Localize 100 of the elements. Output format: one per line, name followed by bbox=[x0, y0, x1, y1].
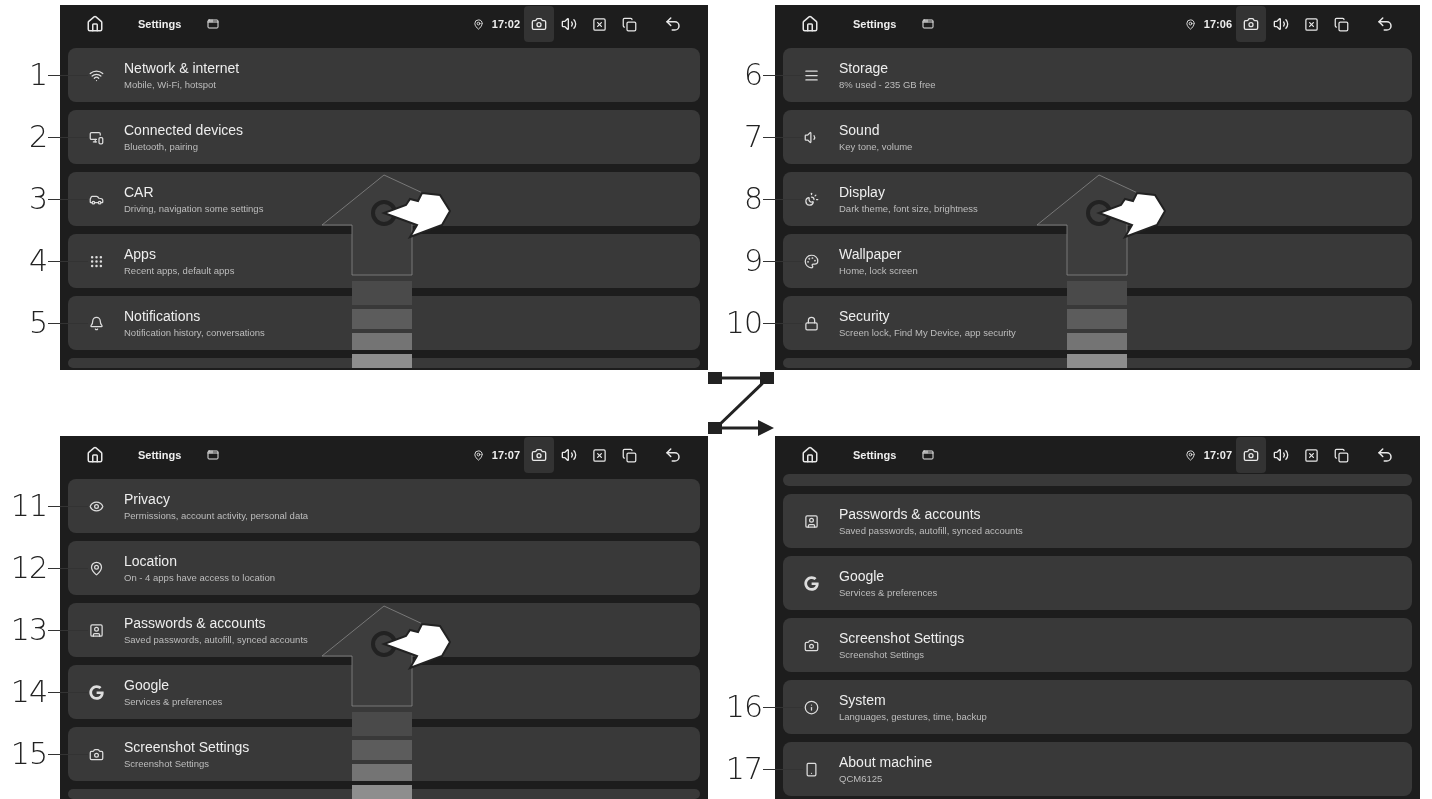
item-subtitle: Services & preferences bbox=[839, 587, 938, 598]
close-icon bbox=[1303, 16, 1319, 32]
item-title: CAR bbox=[124, 184, 155, 200]
close-icon bbox=[591, 16, 607, 32]
item-subtitle: Mobile, Wi-Fi, hotspot bbox=[124, 79, 217, 90]
windows-icon bbox=[621, 447, 637, 463]
devices-icon bbox=[88, 129, 104, 145]
camera-icon bbox=[1243, 447, 1259, 463]
item-title: Security bbox=[839, 308, 891, 324]
windows-icon bbox=[621, 16, 637, 32]
settings-item[interactable]: Wallpaper Home, lock screen bbox=[783, 234, 1412, 288]
home-icon[interactable] bbox=[86, 15, 104, 33]
window-icon[interactable] bbox=[922, 449, 935, 461]
window-icon[interactable] bbox=[207, 449, 220, 461]
grid-icon bbox=[88, 253, 104, 269]
item-title: Sound bbox=[839, 122, 881, 138]
back-icon bbox=[1376, 446, 1394, 464]
screenshot-button[interactable] bbox=[1236, 6, 1266, 42]
home-icon[interactable] bbox=[86, 446, 104, 464]
settings-item[interactable]: Google Services & preferences bbox=[783, 556, 1412, 610]
item-subtitle: Dark theme, font size, brightness bbox=[839, 203, 978, 214]
camera-icon bbox=[531, 447, 547, 463]
lock-icon bbox=[803, 315, 819, 331]
item-subtitle: Home, lock screen bbox=[839, 265, 918, 276]
item-title: System bbox=[839, 692, 887, 708]
item-subtitle: Recent apps, default apps bbox=[124, 265, 235, 276]
windows-icon bbox=[1333, 447, 1349, 463]
item-subtitle: Bluetooth, pairing bbox=[124, 141, 199, 152]
eye-icon bbox=[88, 498, 104, 514]
settings-item[interactable]: Location On - 4 apps have access to location bbox=[68, 541, 700, 595]
bell-icon bbox=[88, 315, 104, 331]
item-title: Google bbox=[124, 677, 171, 693]
settings-item[interactable]: Connected devices Bluetooth, pairing bbox=[68, 110, 700, 164]
settings-item[interactable]: About machine QCM6125 bbox=[783, 742, 1412, 796]
leader-line bbox=[48, 691, 88, 693]
window-icon[interactable] bbox=[922, 18, 935, 30]
item-subtitle: Screenshot Settings bbox=[839, 649, 926, 660]
settings-item[interactable]: Privacy Permissions, account activity, personal data bbox=[68, 479, 700, 533]
screenshot-button[interactable] bbox=[524, 437, 554, 473]
leader-line bbox=[48, 505, 88, 507]
settings-item[interactable] bbox=[68, 358, 700, 368]
item-subtitle: Services & preferences bbox=[124, 696, 223, 707]
user-card-icon bbox=[803, 513, 819, 529]
settings-item[interactable]: Apps Recent apps, default apps bbox=[68, 234, 700, 288]
item-title: Network & internet bbox=[124, 60, 240, 76]
settings-item[interactable]: Notifications Notification history, conversations bbox=[68, 296, 700, 350]
settings-item[interactable]: Passwords & accounts Saved passwords, autofill, synced accounts bbox=[783, 494, 1412, 548]
screen-title: Settings bbox=[138, 449, 182, 461]
location-pin-icon bbox=[1184, 18, 1196, 30]
clock-time: 17:02 bbox=[491, 18, 520, 30]
leader-line bbox=[48, 753, 88, 755]
location-pin-icon bbox=[1184, 449, 1196, 461]
home-icon[interactable] bbox=[801, 446, 819, 464]
settings-item[interactable]: Network & internet Mobile, Wi-Fi, hotspot bbox=[68, 48, 700, 102]
settings-item[interactable]: Storage 8% used - 235 GB free bbox=[783, 48, 1412, 102]
item-title: Screenshot Settings bbox=[839, 630, 965, 646]
screenshot-button[interactable] bbox=[1236, 437, 1266, 473]
leader-line bbox=[48, 567, 88, 569]
item-title: About machine bbox=[839, 754, 933, 770]
leader-line bbox=[763, 768, 803, 770]
item-subtitle: Saved passwords, autofill, synced accounts bbox=[839, 525, 1023, 536]
settings-item[interactable]: Security Screen lock, Find My Device, app security bbox=[783, 296, 1412, 350]
speaker-icon bbox=[1273, 447, 1289, 463]
item-subtitle: 8% used - 235 GB free bbox=[839, 79, 936, 90]
leader-line bbox=[48, 136, 88, 138]
settings-item[interactable]: Google Services & preferences bbox=[68, 665, 700, 719]
item-subtitle: Screenshot Settings bbox=[124, 758, 211, 769]
settings-item[interactable]: System Languages, gestures, time, backup bbox=[783, 680, 1412, 734]
settings-item[interactable]: Sound Key tone, volume bbox=[783, 110, 1412, 164]
leader-line bbox=[763, 706, 803, 708]
speaker-icon bbox=[1273, 16, 1289, 32]
palette-icon bbox=[803, 253, 819, 269]
leader-line bbox=[48, 322, 88, 324]
leader-line bbox=[763, 322, 803, 324]
item-title: Location bbox=[124, 553, 178, 569]
screen-title: Settings bbox=[853, 449, 897, 461]
item-title: Privacy bbox=[124, 491, 171, 507]
item-subtitle: QCM6125 bbox=[839, 773, 884, 784]
item-subtitle: Permissions, account activity, personal data bbox=[124, 510, 309, 521]
item-title: Display bbox=[839, 184, 886, 200]
settings-item[interactable] bbox=[783, 358, 1412, 368]
screen-title: Settings bbox=[853, 18, 897, 30]
pin-icon bbox=[88, 560, 104, 576]
item-title: Wallpaper bbox=[839, 246, 903, 262]
clock-time: 17:07 bbox=[491, 449, 520, 461]
item-title: Apps bbox=[124, 246, 157, 262]
window-icon[interactable] bbox=[207, 18, 220, 30]
close-icon bbox=[591, 447, 607, 463]
settings-item[interactable]: Screenshot Settings Screenshot Settings bbox=[68, 727, 700, 781]
settings-item[interactable] bbox=[68, 789, 700, 799]
g-letter-icon bbox=[88, 684, 104, 700]
home-icon[interactable] bbox=[801, 15, 819, 33]
screenshot-button[interactable] bbox=[524, 6, 554, 42]
back-icon bbox=[1376, 15, 1394, 33]
settings-item[interactable]: Screenshot Settings Screenshot Settings bbox=[783, 618, 1412, 672]
back-icon bbox=[664, 446, 682, 464]
item-subtitle: Key tone, volume bbox=[839, 141, 913, 152]
clock-time: 17:06 bbox=[1203, 18, 1232, 30]
item-title: Google bbox=[839, 568, 886, 584]
leader-line bbox=[48, 74, 88, 76]
